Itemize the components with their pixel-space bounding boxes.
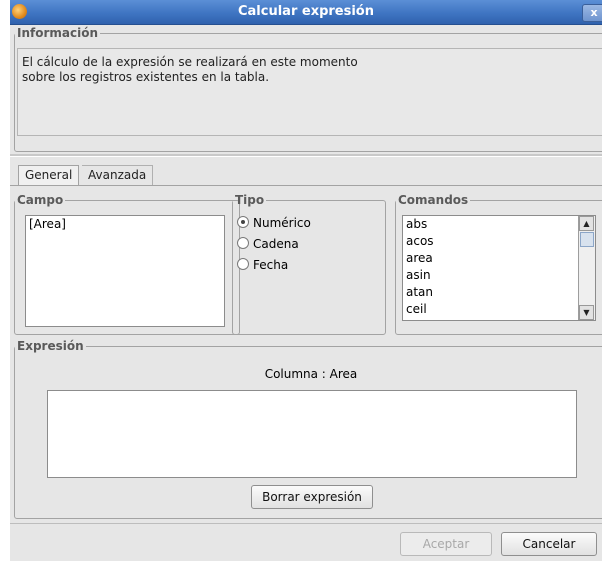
radio-fecha-label: Fecha [253,258,289,272]
radio-numerico[interactable]: Numérico [237,213,311,233]
radio-numerico-label: Numérico [253,216,311,230]
close-button[interactable]: x [582,4,602,22]
comandos-scrollbar[interactable]: ▲ ▼ [578,216,595,320]
info-text-line2: sobre los registros existentes en la tab… [22,70,270,84]
scroll-down-arrow-icon[interactable]: ▼ [579,305,594,320]
campo-list-item[interactable]: [Area] [26,216,224,233]
comandos-list-item[interactable]: acos [403,233,595,250]
comandos-list-item[interactable]: abs [403,216,595,233]
title-bar[interactable]: Calcular expresión x [10,0,602,25]
radio-cadena-label: Cadena [253,237,299,251]
comandos-list-item[interactable]: asin [403,267,595,284]
tab-avanzada[interactable]: Avanzada [82,165,154,185]
cancelar-button[interactable]: Cancelar [501,532,597,556]
info-text-area: El cálculo de la expresión se realizará … [17,48,602,136]
radio-fecha[interactable]: Fecha [237,255,288,275]
info-text-line1: El cálculo de la expresión se realizará … [22,55,358,69]
aceptar-button[interactable]: Aceptar [400,532,492,556]
column-label: Columna : Area [264,367,358,381]
tab-general[interactable]: General [18,165,80,185]
comandos-list[interactable]: abs acos area asin atan ceil ▲ ▼ [402,215,596,321]
comandos-list-item[interactable]: ceil [403,301,595,318]
radio-cadena[interactable]: Cadena [237,234,299,254]
tipo-legend: Tipo [235,193,265,207]
borrar-expresion-button[interactable]: Borrar expresión [251,485,373,509]
expresion-legend: Expresión [17,339,84,353]
radio-off-icon [237,237,249,249]
campo-group: Campo [Area] [14,193,240,335]
comandos-group: Comandos abs acos area asin atan ceil ▲ … [395,193,602,335]
scroll-up-arrow-icon[interactable]: ▲ [579,216,594,231]
tipo-group: Tipo Numérico Cadena Fecha [232,193,386,335]
expression-textarea[interactable] [47,390,577,478]
dialog-title: Calcular expresión [237,4,374,19]
campo-legend: Campo [17,193,64,207]
scroll-thumb[interactable] [580,232,594,247]
footer-divider [10,523,602,524]
expresion-group: Expresión Columna : Area Borrar expresió… [14,339,602,519]
informacion-group: Información El cálculo de la expresión s… [14,26,602,152]
calcular-expresion-dialog: Calcular expresión x Información El cálc… [10,0,602,561]
comandos-list-item[interactable]: atan [403,284,595,301]
informacion-legend: Información [17,26,99,40]
comandos-list-item[interactable]: area [403,250,595,267]
radio-off-icon [237,258,249,270]
separator [10,154,602,157]
tab-divider [10,185,602,186]
comandos-legend: Comandos [398,193,469,207]
campo-list[interactable]: [Area] [25,215,225,327]
radio-on-icon [237,216,249,228]
